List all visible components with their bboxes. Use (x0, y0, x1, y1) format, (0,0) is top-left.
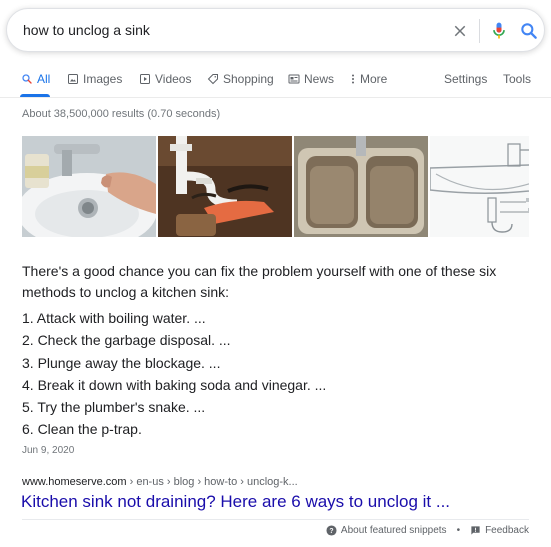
tab-all[interactable]: All (21, 72, 50, 86)
tabs-divider (0, 97, 551, 98)
snippet-date: Jun 9, 2020 (22, 445, 75, 456)
list-item: 2. Check the garbage disposal. ... (22, 332, 231, 349)
thumbnail-sink-drain[interactable] (22, 136, 156, 237)
image-icon (68, 74, 78, 84)
result-path: › en-us › blog › how-to › unclog-k... (126, 476, 298, 488)
settings-link[interactable]: Settings (444, 72, 487, 86)
list-item: 4. Break it down with baking soda and vi… (22, 376, 327, 393)
search-bar[interactable]: how to unclog a sink (6, 8, 545, 52)
tab-label: News (304, 72, 335, 86)
feedback-link[interactable]: Feedback (485, 525, 529, 536)
footer-separator: • (456, 525, 461, 536)
footer-divider (22, 519, 529, 520)
settings-label: Settings (444, 72, 488, 86)
tab-images[interactable]: Images (67, 72, 122, 86)
search-divider (479, 19, 480, 43)
featured-snippet-list: 1. Attack with boiling water. ... 2. Che… (22, 307, 326, 441)
tab-label: Images (83, 72, 123, 86)
tab-videos[interactable]: Videos (139, 72, 191, 86)
list-item: 1. Attack with boiling water. ... (22, 310, 206, 326)
tab-shopping[interactable]: Shopping (207, 72, 274, 86)
search-icon[interactable] (519, 21, 539, 41)
microphone-icon[interactable] (489, 20, 509, 42)
search-input[interactable]: how to unclog a sink (23, 22, 150, 38)
tab-news[interactable]: News (288, 72, 334, 86)
video-icon (140, 74, 150, 84)
search-tabs: All Images Videos Shopping News More Set… (0, 66, 551, 98)
featured-snippet-intro: There's a good chance you can fix the pr… (22, 263, 497, 300)
tag-icon (207, 74, 218, 85)
result-domain: www.homeserve.com (22, 476, 127, 488)
tools-link[interactable]: Tools (503, 72, 531, 86)
thumbnail-sink-diagram[interactable] (430, 136, 529, 237)
result-stats: About 38,500,000 results (0.70 seconds) (22, 108, 221, 120)
tab-label: Videos (155, 72, 192, 86)
result-breadcrumb[interactable]: www.homeserve.com › en-us › blog › how-t… (22, 476, 298, 488)
tab-label: More (360, 72, 388, 86)
snippet-footer: ? About featured snippets • Feedback (326, 525, 529, 536)
list-item: 5. Try the plumber's snake. ... (22, 399, 206, 416)
svg-text:?: ? (329, 528, 333, 535)
result-title-link[interactable]: Kitchen sink not draining? Here are 6 wa… (21, 492, 450, 512)
tab-label: All (37, 72, 51, 86)
feedback-icon (471, 526, 480, 535)
clear-icon[interactable] (451, 22, 469, 40)
help-icon: ? (326, 525, 337, 536)
search-icon (22, 74, 32, 84)
tab-more[interactable]: More (350, 72, 387, 86)
tools-label: Tools (503, 72, 532, 86)
thumbnail-double-sink-water[interactable] (294, 136, 428, 237)
image-strip (22, 136, 529, 237)
tab-label: Shopping (223, 72, 274, 86)
list-item: 6. Clean the p-trap. (22, 421, 142, 438)
newspaper-icon (288, 74, 300, 84)
list-item: 3. Plunge away the blockage. ... (22, 354, 221, 371)
thumbnail-under-sink-pipes[interactable] (158, 136, 292, 237)
about-snippets-link[interactable]: About featured snippets (341, 525, 447, 536)
more-vert-icon (352, 74, 354, 84)
